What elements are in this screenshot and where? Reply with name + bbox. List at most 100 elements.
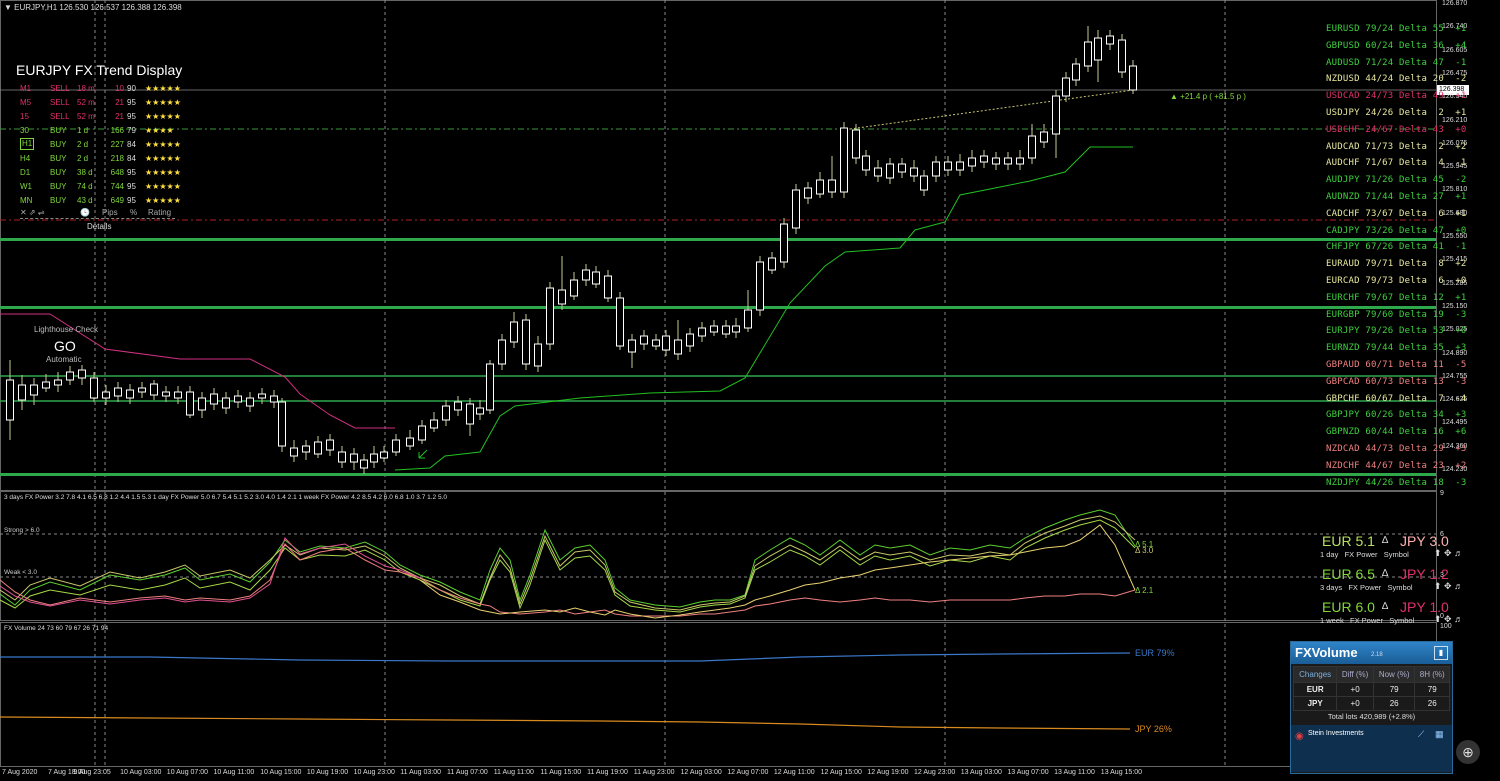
symbol-row[interactable]: GBPCAD 60/73 Delta 13 -3 <box>1326 377 1466 387</box>
symbol-row[interactable]: CADCHF 73/67 Delta 6 +1 <box>1326 209 1466 219</box>
candle-body <box>546 287 554 345</box>
symbol-row[interactable]: EURUSD 79/24 Delta 55 +1 <box>1326 24 1466 34</box>
trend-row[interactable]: 15 SELL 52 m 21 95 ★★★★★ <box>20 110 190 123</box>
grid-toggle-icon[interactable]: ▦ <box>1435 729 1444 740</box>
fx-volume-table: Changes Diff (%) Now (%) 8H (%) EUR +0 7… <box>1292 666 1450 711</box>
candle-body <box>18 384 26 401</box>
symbol-row[interactable]: GBPAUD 60/71 Delta 11 -5 <box>1326 360 1466 370</box>
power-tools-icon[interactable]: ⬆ ✥ ♬ <box>1434 548 1463 559</box>
candle-body <box>78 369 86 379</box>
clock-icon: 🕓 <box>80 208 90 217</box>
candle-body <box>392 439 400 453</box>
symbol-row[interactable]: GBPNZD 60/44 Delta 16 +6 <box>1326 427 1466 437</box>
symbol-row[interactable]: USDCHF 24/67 Delta 43 +0 <box>1326 125 1466 135</box>
trend-dur: 43 d <box>77 196 93 205</box>
trend-dir: BUY <box>50 140 67 149</box>
candle-body <box>920 175 928 191</box>
candle-body <box>1106 35 1114 45</box>
dropdown-icon[interactable]: ▼ <box>4 3 12 12</box>
candle-body <box>968 157 976 167</box>
symbol-row[interactable]: USDJPY 24/26 Delta 2 +1 <box>1326 108 1466 118</box>
rating-header: Rating <box>148 208 172 217</box>
candle-body <box>6 379 14 421</box>
symbol-row[interactable]: EURGBP 79/60 Delta 19 -3 <box>1326 310 1466 320</box>
power-sub: 1 week FX Power Symbol <box>1320 616 1415 625</box>
symbol-row[interactable]: CADJPY 73/26 Delta 47 +0 <box>1326 226 1466 236</box>
candle-body <box>628 339 636 353</box>
candle-body <box>498 339 506 365</box>
candle-body <box>944 161 952 171</box>
candle-body <box>66 371 74 381</box>
symbol-row[interactable]: AUDJPY 71/26 Delta 45 -2 <box>1326 175 1466 185</box>
footer-divider <box>20 218 175 219</box>
trend-row[interactable]: H4 BUY 2 d 218 84 ★★★★★ <box>20 152 190 165</box>
delta-icon: ∆ <box>1382 568 1389 579</box>
volume-axis-top: 100 <box>1440 623 1452 630</box>
power-line-jpy-1d <box>0 537 421 607</box>
trend-pips: 10 <box>115 84 124 93</box>
trend-pips: 21 <box>115 112 124 121</box>
chart-canvas[interactable] <box>0 0 1500 781</box>
trend-row[interactable]: W1 BUY 74 d 744 95 ★★★★★ <box>20 180 190 193</box>
trend-pips: 227 <box>110 140 124 149</box>
trend-row[interactable]: H1 BUY 2 d 227 84 ★★★★★ <box>20 138 190 151</box>
trend-tf: MN <box>20 196 33 205</box>
price-tick: 126.870 <box>1442 0 1468 7</box>
total-lots: Total lots 420,989 (+2.8%) <box>1327 712 1416 721</box>
trend-dir: BUY <box>50 154 67 163</box>
eur-volume-label: EUR 79% <box>1135 648 1175 658</box>
symbol-row[interactable]: AUDCAD 71/73 Delta 2 +2 <box>1326 142 1466 152</box>
candle-body <box>732 325 740 333</box>
trend-row[interactable]: M5 SELL 52 m 21 95 ★★★★★ <box>20 96 190 109</box>
candle-body <box>652 339 660 347</box>
symbol-row[interactable]: EURCAD 79/73 Delta 6 +0 <box>1326 276 1466 286</box>
trend-stars: ★★★★★ <box>145 140 181 149</box>
symbol-row[interactable]: CHFJPY 67/26 Delta 41 -1 <box>1326 242 1466 252</box>
details-button[interactable]: Details <box>87 222 111 231</box>
candle-body <box>476 407 484 415</box>
symbol-row[interactable]: AUDUSD 71/24 Delta 47 -1 <box>1326 58 1466 68</box>
trend-row[interactable]: 30 BUY 1 d 166 79 ★★★★ <box>20 124 190 137</box>
trend-row[interactable]: M1 SELL 18 m 10 90 ★★★★★ <box>20 82 190 95</box>
tab-changes[interactable]: Changes <box>1292 666 1338 683</box>
trend-row[interactable]: D1 BUY 38 d 648 95 ★★★★★ <box>20 166 190 179</box>
time-tick: 11 Aug 15:00 <box>540 769 582 776</box>
footer-icons[interactable]: ✕ ⇗ ⇌ <box>20 208 45 217</box>
symbol-row[interactable]: EURCHF 79/67 Delta 12 +1 <box>1326 293 1466 303</box>
chart-toggle-icon[interactable]: ⟋ <box>1418 729 1424 740</box>
candle-body <box>792 189 800 229</box>
symbol-row[interactable]: AUDCHF 71/67 Delta 4 -1 <box>1326 158 1466 168</box>
symbol-row[interactable]: NZDUSD 44/24 Delta 20 -2 <box>1326 74 1466 84</box>
trend-dur: 18 m <box>77 84 95 93</box>
candle-body <box>222 397 230 409</box>
bar-chart-icon[interactable]: ▮ <box>1434 646 1448 660</box>
symbol-row[interactable]: NZDJPY 44/26 Delta 18 -3 <box>1326 478 1466 488</box>
jpy-power: JPY 1.0 <box>1400 599 1449 615</box>
trend-pips: 649 <box>110 196 124 205</box>
symbol-row[interactable]: GBPUSD 60/24 Delta 36 +4 <box>1326 41 1466 51</box>
trend-stars: ★★★★★ <box>145 168 181 177</box>
power-tools-icon[interactable]: ⬆ ✥ ♬ <box>1434 581 1463 592</box>
price-change-label: ▲ +21.4 p ( +81.5 p ) <box>1170 92 1246 101</box>
symbol-row[interactable]: NZDCAD 44/73 Delta 29 +3 <box>1326 444 1466 454</box>
candle-body <box>674 339 682 355</box>
zoom-icon[interactable]: ⊕ <box>1456 740 1480 764</box>
symbol-row[interactable]: EURAUD 79/71 Delta 8 +2 <box>1326 259 1466 269</box>
symbol-row[interactable]: GBPCHF 60/67 Delta 7 -4 <box>1326 394 1466 404</box>
symbol-row[interactable]: GBPJPY 60/26 Delta 34 +3 <box>1326 410 1466 420</box>
candle-body <box>102 391 110 399</box>
symbol-row[interactable]: AUDNZD 71/44 Delta 27 +1 <box>1326 192 1466 202</box>
fx-volume-footer: ◉ Stein Investments ⟋ ▦ <box>1291 725 1452 772</box>
trend-stars: ★★★★ <box>145 126 174 135</box>
candle-body <box>90 377 98 399</box>
symbol-row[interactable]: NZDCHF 44/67 Delta 23 +2 <box>1326 461 1466 471</box>
trend-dur: 74 d <box>77 182 93 191</box>
symbol-row[interactable]: EURJPY 79/26 Delta 53 +0 <box>1326 326 1466 336</box>
symbol-row[interactable]: USDCAD 24/73 Delta 49 +1 <box>1326 91 1466 101</box>
window-title: ▼ EURJPY,H1 126.530 126.537 126.388 126.… <box>4 3 182 12</box>
trend-row[interactable]: MN BUY 43 d 649 95 ★★★★★ <box>20 194 190 207</box>
candle-body <box>582 269 590 281</box>
pips-header: Pips <box>102 208 118 217</box>
candle-body <box>210 393 218 405</box>
symbol-row[interactable]: EURNZD 79/44 Delta 35 +3 <box>1326 343 1466 353</box>
